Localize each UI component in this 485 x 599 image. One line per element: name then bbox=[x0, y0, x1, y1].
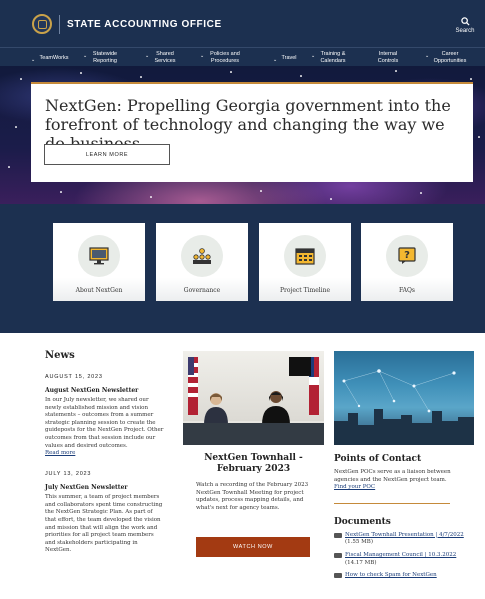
chevron-down-icon: ⌄ bbox=[31, 57, 36, 63]
hero-card: NextGen: Propelling Georgia government i… bbox=[31, 82, 473, 182]
document-item: Fiscal Management Council | 10.3.2022 (1… bbox=[334, 552, 464, 567]
document-link[interactable]: NextGen Townhall Presentation | 4/7/2022 bbox=[345, 532, 464, 538]
contact-documents-section: Points of Contact NextGen POCs serve as … bbox=[334, 351, 474, 580]
chevron-down-icon: ⌄ bbox=[425, 53, 430, 59]
search-label: Search bbox=[455, 28, 475, 34]
news-body: This summer, a team of project members a… bbox=[45, 494, 163, 554]
header-divider bbox=[59, 15, 60, 34]
chevron-down-icon: ⌄ bbox=[83, 53, 88, 59]
people-group-icon bbox=[181, 235, 223, 277]
tile-label: FAQs bbox=[399, 287, 415, 294]
poc-body: NextGen POCs serve as a liaison between … bbox=[334, 469, 451, 491]
tile-governance[interactable]: Governance bbox=[156, 223, 248, 301]
document-link[interactable]: How to check Spam for NextGen bbox=[345, 572, 437, 578]
tile-label: Project Timeline bbox=[279, 287, 331, 294]
news-date: JULY 13, 2023 bbox=[45, 471, 92, 478]
state-seal-logo[interactable] bbox=[32, 14, 52, 34]
presenter-left-image bbox=[204, 393, 228, 425]
monitor-icon bbox=[78, 235, 120, 277]
news-title: News bbox=[45, 350, 75, 361]
nav-item-teamworks[interactable]: ⌄ TeamWorks bbox=[31, 55, 70, 63]
site-title[interactable]: STATE ACCOUNTING OFFICE bbox=[67, 19, 222, 30]
file-icon bbox=[334, 573, 342, 579]
us-flag-image bbox=[188, 357, 198, 415]
poc-title: Points of Contact bbox=[334, 454, 422, 464]
watch-now-button[interactable]: WATCH NOW bbox=[196, 537, 310, 557]
tile-faqs[interactable]: ? FAQs bbox=[361, 223, 453, 301]
nav-item-policies[interactable]: ⌄ Policies and Procedures bbox=[200, 51, 243, 64]
nav-item-shared-services[interactable]: ⌄ Shared Services bbox=[145, 51, 178, 64]
chevron-down-icon: ⌄ bbox=[145, 53, 150, 59]
documents-title: Documents bbox=[334, 516, 391, 527]
file-icon bbox=[334, 552, 342, 558]
find-poc-link[interactable]: Find your POC bbox=[334, 484, 375, 490]
main-nav: ⌄ TeamWorks ⌄ Statewide Reporting ⌄ Shared … bbox=[0, 47, 485, 66]
nav-item-statewide-reporting[interactable]: ⌄ Statewide Reporting bbox=[83, 51, 120, 64]
document-size: (1.55 MB) bbox=[345, 539, 373, 546]
presenter-desk bbox=[183, 423, 324, 445]
search-button[interactable]: Search bbox=[450, 17, 480, 34]
document-item: NextGen Townhall Presentation | 4/7/2022… bbox=[334, 532, 464, 547]
document-size: (14.17 MB) bbox=[345, 559, 377, 566]
chevron-down-icon: ⌄ bbox=[311, 53, 316, 59]
townhall-video-thumbnail[interactable] bbox=[183, 351, 324, 445]
search-icon bbox=[460, 17, 470, 26]
svg-text:?: ? bbox=[404, 250, 410, 261]
news-heading[interactable]: July NextGen Newsletter bbox=[45, 484, 165, 491]
townhall-body: Watch a recording of the February 2023 N… bbox=[196, 482, 309, 511]
townhall-section: NextGen Townhall - February 2023 Watch a… bbox=[183, 351, 324, 557]
chevron-down-icon: ⌄ bbox=[200, 53, 205, 59]
wall-monitor bbox=[289, 357, 311, 376]
news-heading[interactable]: August NextGen Newsletter bbox=[45, 387, 165, 394]
nav-item-internal-controls[interactable]: Internal Controls bbox=[376, 51, 400, 64]
site-header: STATE ACCOUNTING OFFICE Search bbox=[0, 0, 485, 47]
news-section: News AUGUST 15, 2023 August NextGen News… bbox=[45, 350, 165, 555]
tile-about-nextgen[interactable]: About NextGen bbox=[53, 223, 145, 301]
document-item: How to check Spam for NextGen bbox=[334, 572, 464, 580]
tile-label: Governance bbox=[183, 287, 221, 294]
tile-project-timeline[interactable]: Project Timeline bbox=[259, 223, 351, 301]
quick-links-band: About NextGen Governance Project Timelin… bbox=[0, 204, 485, 333]
document-link[interactable]: Fiscal Management Council | 10.3.2022 bbox=[345, 552, 456, 558]
nav-item-training[interactable]: ⌄ Training & Calendars bbox=[311, 51, 348, 64]
townhall-title: NextGen Townhall - February 2023 bbox=[204, 453, 303, 474]
chevron-down-icon: ⌄ bbox=[273, 57, 278, 63]
presenter-right-image bbox=[262, 391, 290, 425]
tile-label: About NextGen bbox=[75, 287, 123, 294]
section-divider bbox=[334, 502, 450, 504]
news-body: In our July newsletter, we shared our ne… bbox=[45, 397, 164, 449]
calendar-icon bbox=[284, 235, 326, 277]
file-icon bbox=[334, 532, 342, 538]
hero-banner: NextGen: Propelling Georgia government i… bbox=[0, 66, 485, 204]
city-network-image bbox=[334, 351, 474, 445]
learn-more-button[interactable]: LEARN MORE bbox=[44, 144, 170, 165]
nav-item-career[interactable]: ⌄ Career Opportunities bbox=[425, 51, 468, 64]
news-date: AUGUST 15, 2023 bbox=[45, 374, 103, 380]
question-icon: ? bbox=[386, 235, 428, 277]
nav-item-travel[interactable]: ⌄ Travel bbox=[273, 55, 298, 63]
